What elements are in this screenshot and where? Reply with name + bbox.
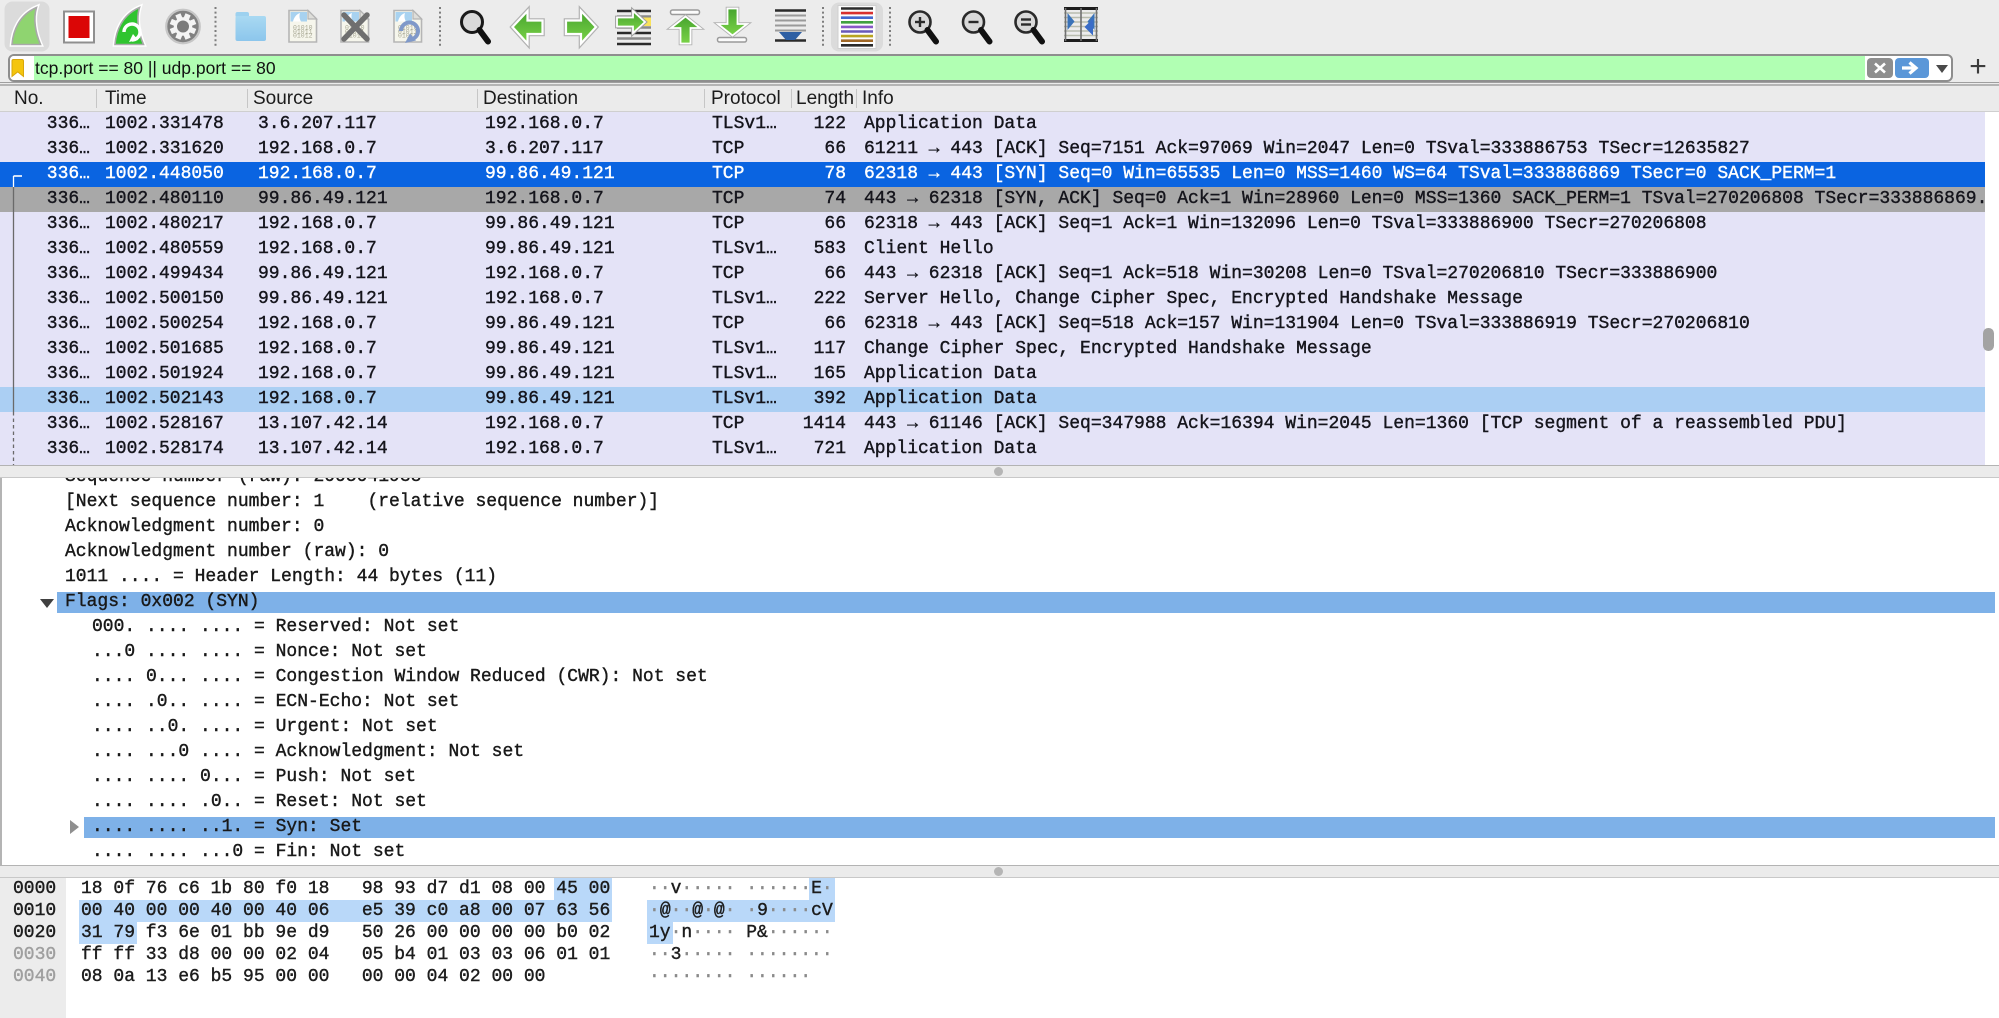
svg-text:01012: 01012 xyxy=(293,33,313,40)
